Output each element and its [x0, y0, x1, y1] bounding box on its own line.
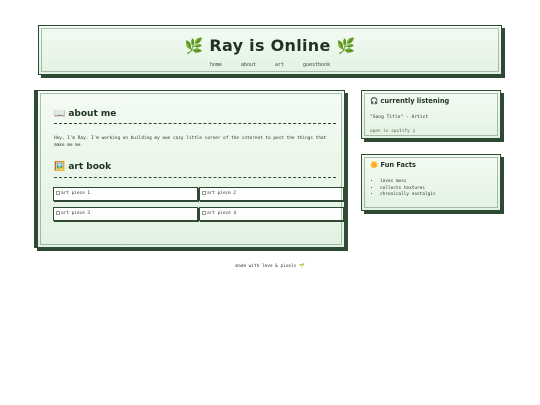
picture-icon: 🖼️: [54, 162, 66, 172]
art-heading-text: art book: [68, 162, 112, 172]
headphones-icon: 🎧: [370, 97, 379, 105]
site-title: 🌿 Ray is Online 🌿: [39, 36, 501, 55]
fun-facts-heading: 🌼 Fun Facts: [370, 161, 416, 169]
art-heading: 🖼️ art book: [54, 162, 111, 172]
currently-listening-panel: 🎧 currently listening "Song Title" - Art…: [361, 90, 501, 139]
site-footer: made with love & pixels 🌱: [235, 264, 305, 269]
broken-image-icon: [56, 190, 60, 195]
main-content-panel: 📖 about me Hey, I'm Ray. I'm working on …: [34, 90, 345, 248]
main-nav: home about art guestbook: [39, 62, 501, 68]
spotify-link[interactable]: open in spotify ♫: [370, 129, 415, 134]
listening-heading-text: currently listening: [380, 97, 450, 105]
list-item: chronically nostalgic: [380, 192, 436, 199]
art-alt-text: art piece 3: [61, 211, 91, 216]
flower-icon: 🌼: [370, 161, 379, 169]
about-heading-text: about me: [68, 109, 117, 119]
leaf-icon: 🌿: [184, 37, 204, 55]
leaf-icon: 🌿: [336, 37, 356, 55]
broken-image-icon: [202, 190, 206, 195]
art-alt-text: art piece 4: [207, 211, 237, 216]
art-image-2[interactable]: art piece 2: [199, 187, 344, 201]
song-info: "Song Title" - Artist: [370, 115, 429, 120]
about-heading: 📖 about me: [54, 109, 116, 119]
book-icon: 📖: [54, 109, 66, 119]
site-header: 🌿 Ray is Online 🌿 home about art guestbo…: [38, 25, 502, 75]
nav-link-about[interactable]: about: [241, 62, 256, 68]
art-image-3[interactable]: art piece 3: [53, 207, 198, 221]
art-image-4[interactable]: art piece 4: [199, 207, 344, 221]
art-row: art piece 1 art piece 2: [53, 187, 344, 201]
art-row: art piece 3 art piece 4: [53, 207, 344, 221]
fun-facts-heading-text: Fun Facts: [380, 161, 416, 169]
art-alt-text: art piece 1: [61, 191, 91, 196]
art-image-1[interactable]: art piece 1: [53, 187, 198, 201]
site-title-text: Ray is Online: [209, 36, 331, 55]
section-divider: [54, 177, 336, 178]
broken-image-icon: [56, 210, 60, 215]
nav-link-art[interactable]: art: [275, 62, 284, 68]
nav-link-home[interactable]: home: [210, 62, 222, 68]
nav-link-guestbook[interactable]: guestbook: [303, 62, 330, 68]
broken-image-icon: [202, 210, 206, 215]
section-divider: [54, 123, 336, 124]
fun-facts-list: loves moss collects textures chronically…: [380, 179, 436, 199]
fun-facts-panel: 🌼 Fun Facts loves moss collects textures…: [361, 154, 501, 211]
art-alt-text: art piece 2: [207, 191, 237, 196]
about-text: Hey, I'm Ray. I'm working on building my…: [54, 136, 327, 148]
listening-heading: 🎧 currently listening: [370, 97, 449, 105]
